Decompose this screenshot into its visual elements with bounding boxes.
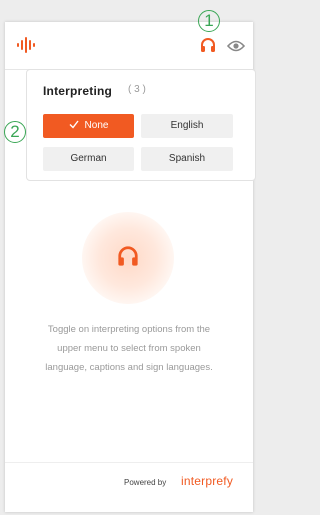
interpreting-card: Interpreting ( 3 ) None English German S… (26, 69, 256, 181)
brand-wordmark[interactable]: interprefy (181, 474, 233, 488)
headphones-icon[interactable] (200, 37, 216, 58)
option-spanish-button[interactable]: Spanish (141, 147, 233, 171)
option-spanish-label: Spanish (168, 153, 206, 164)
annotation-marker-1: 1 (198, 10, 220, 32)
option-german-label: German (70, 153, 107, 164)
interprefy-logo-icon (17, 37, 37, 58)
interpreting-title: Interpreting (43, 84, 113, 98)
empty-state-line: Toggle on interpreting options from the (47, 324, 211, 335)
option-none-button[interactable]: None (43, 114, 134, 138)
option-none-label: None (84, 120, 109, 131)
annotation-marker-2: 2 (4, 121, 26, 143)
empty-state-line: language, captions and sign languages. (45, 362, 213, 373)
option-english-button[interactable]: English (141, 114, 233, 138)
eye-icon[interactable] (226, 39, 246, 57)
interpreting-count: ( 3 ) (128, 84, 146, 95)
option-german-button[interactable]: German (43, 147, 134, 171)
check-icon (69, 115, 79, 139)
empty-state-message: Toggle on interpreting options from the … (14, 320, 244, 377)
powered-by-label: Powered by (124, 478, 167, 487)
empty-state-line: upper menu to select from spoken (57, 343, 201, 354)
headphones-icon (117, 245, 139, 272)
option-english-label: English (170, 120, 204, 131)
